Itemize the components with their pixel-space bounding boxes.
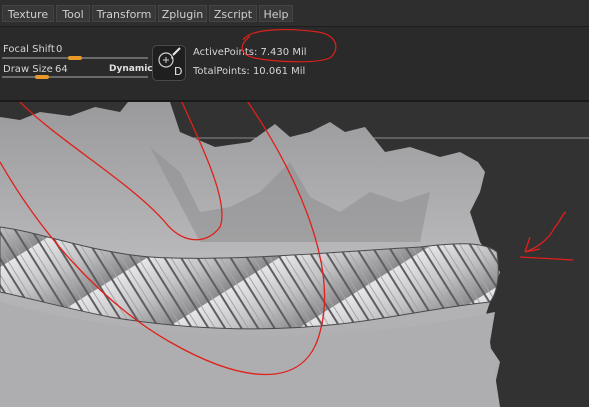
- draw-size-slider[interactable]: [2, 73, 148, 81]
- sculpt-render: [0, 102, 589, 407]
- focal-shift-handle[interactable]: [68, 56, 82, 60]
- total-points: TotalPoints: 10.061 Mil: [193, 66, 306, 77]
- menu-transform[interactable]: Transform: [92, 5, 156, 22]
- brush-selector[interactable]: D: [152, 45, 186, 81]
- draw-size-handle[interactable]: [35, 75, 49, 79]
- menu-texture[interactable]: Texture: [2, 5, 54, 22]
- menu-tool[interactable]: Tool: [56, 5, 90, 22]
- menu-bar: Texture Tool Transform Zplugin Zscript H…: [0, 0, 589, 27]
- menu-zplugin[interactable]: Zplugin: [158, 5, 207, 22]
- menu-zscript[interactable]: Zscript: [209, 5, 257, 22]
- document-canvas[interactable]: [0, 102, 589, 407]
- brush-letter: D: [174, 65, 183, 78]
- draw-size-track: [2, 76, 148, 78]
- active-points: ActivePoints: 7.430 Mil: [193, 47, 307, 58]
- menu-help[interactable]: Help: [259, 5, 293, 22]
- top-shelf: Focal Shift 0 Draw Size 64 Dynamic D Act…: [0, 27, 589, 100]
- focal-shift-slider[interactable]: [2, 54, 148, 62]
